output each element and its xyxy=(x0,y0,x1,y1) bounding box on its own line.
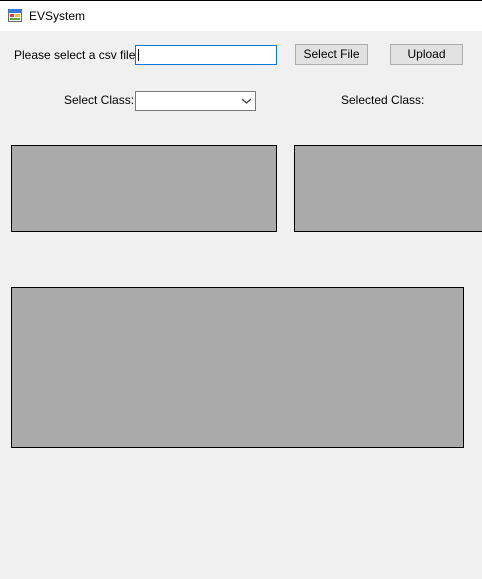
csv-file-path-input[interactable] xyxy=(135,45,277,65)
right-display-panel xyxy=(294,145,482,232)
chevron-down-icon xyxy=(241,98,252,104)
csv-file-label: Please select a csv file: xyxy=(14,48,139,62)
app-icon xyxy=(8,9,22,22)
upload-button[interactable]: Upload xyxy=(390,44,463,65)
title-bar: EVSystem xyxy=(0,0,482,31)
select-class-label: Select Class: xyxy=(64,93,135,107)
select-file-button[interactable]: Select File xyxy=(295,44,368,65)
left-display-panel xyxy=(11,145,277,232)
main-display-panel xyxy=(11,287,464,448)
window-title: EVSystem xyxy=(29,9,86,23)
class-dropdown[interactable] xyxy=(135,91,256,111)
text-caret xyxy=(138,49,139,61)
selected-class-label: Selected Class: xyxy=(341,93,425,107)
